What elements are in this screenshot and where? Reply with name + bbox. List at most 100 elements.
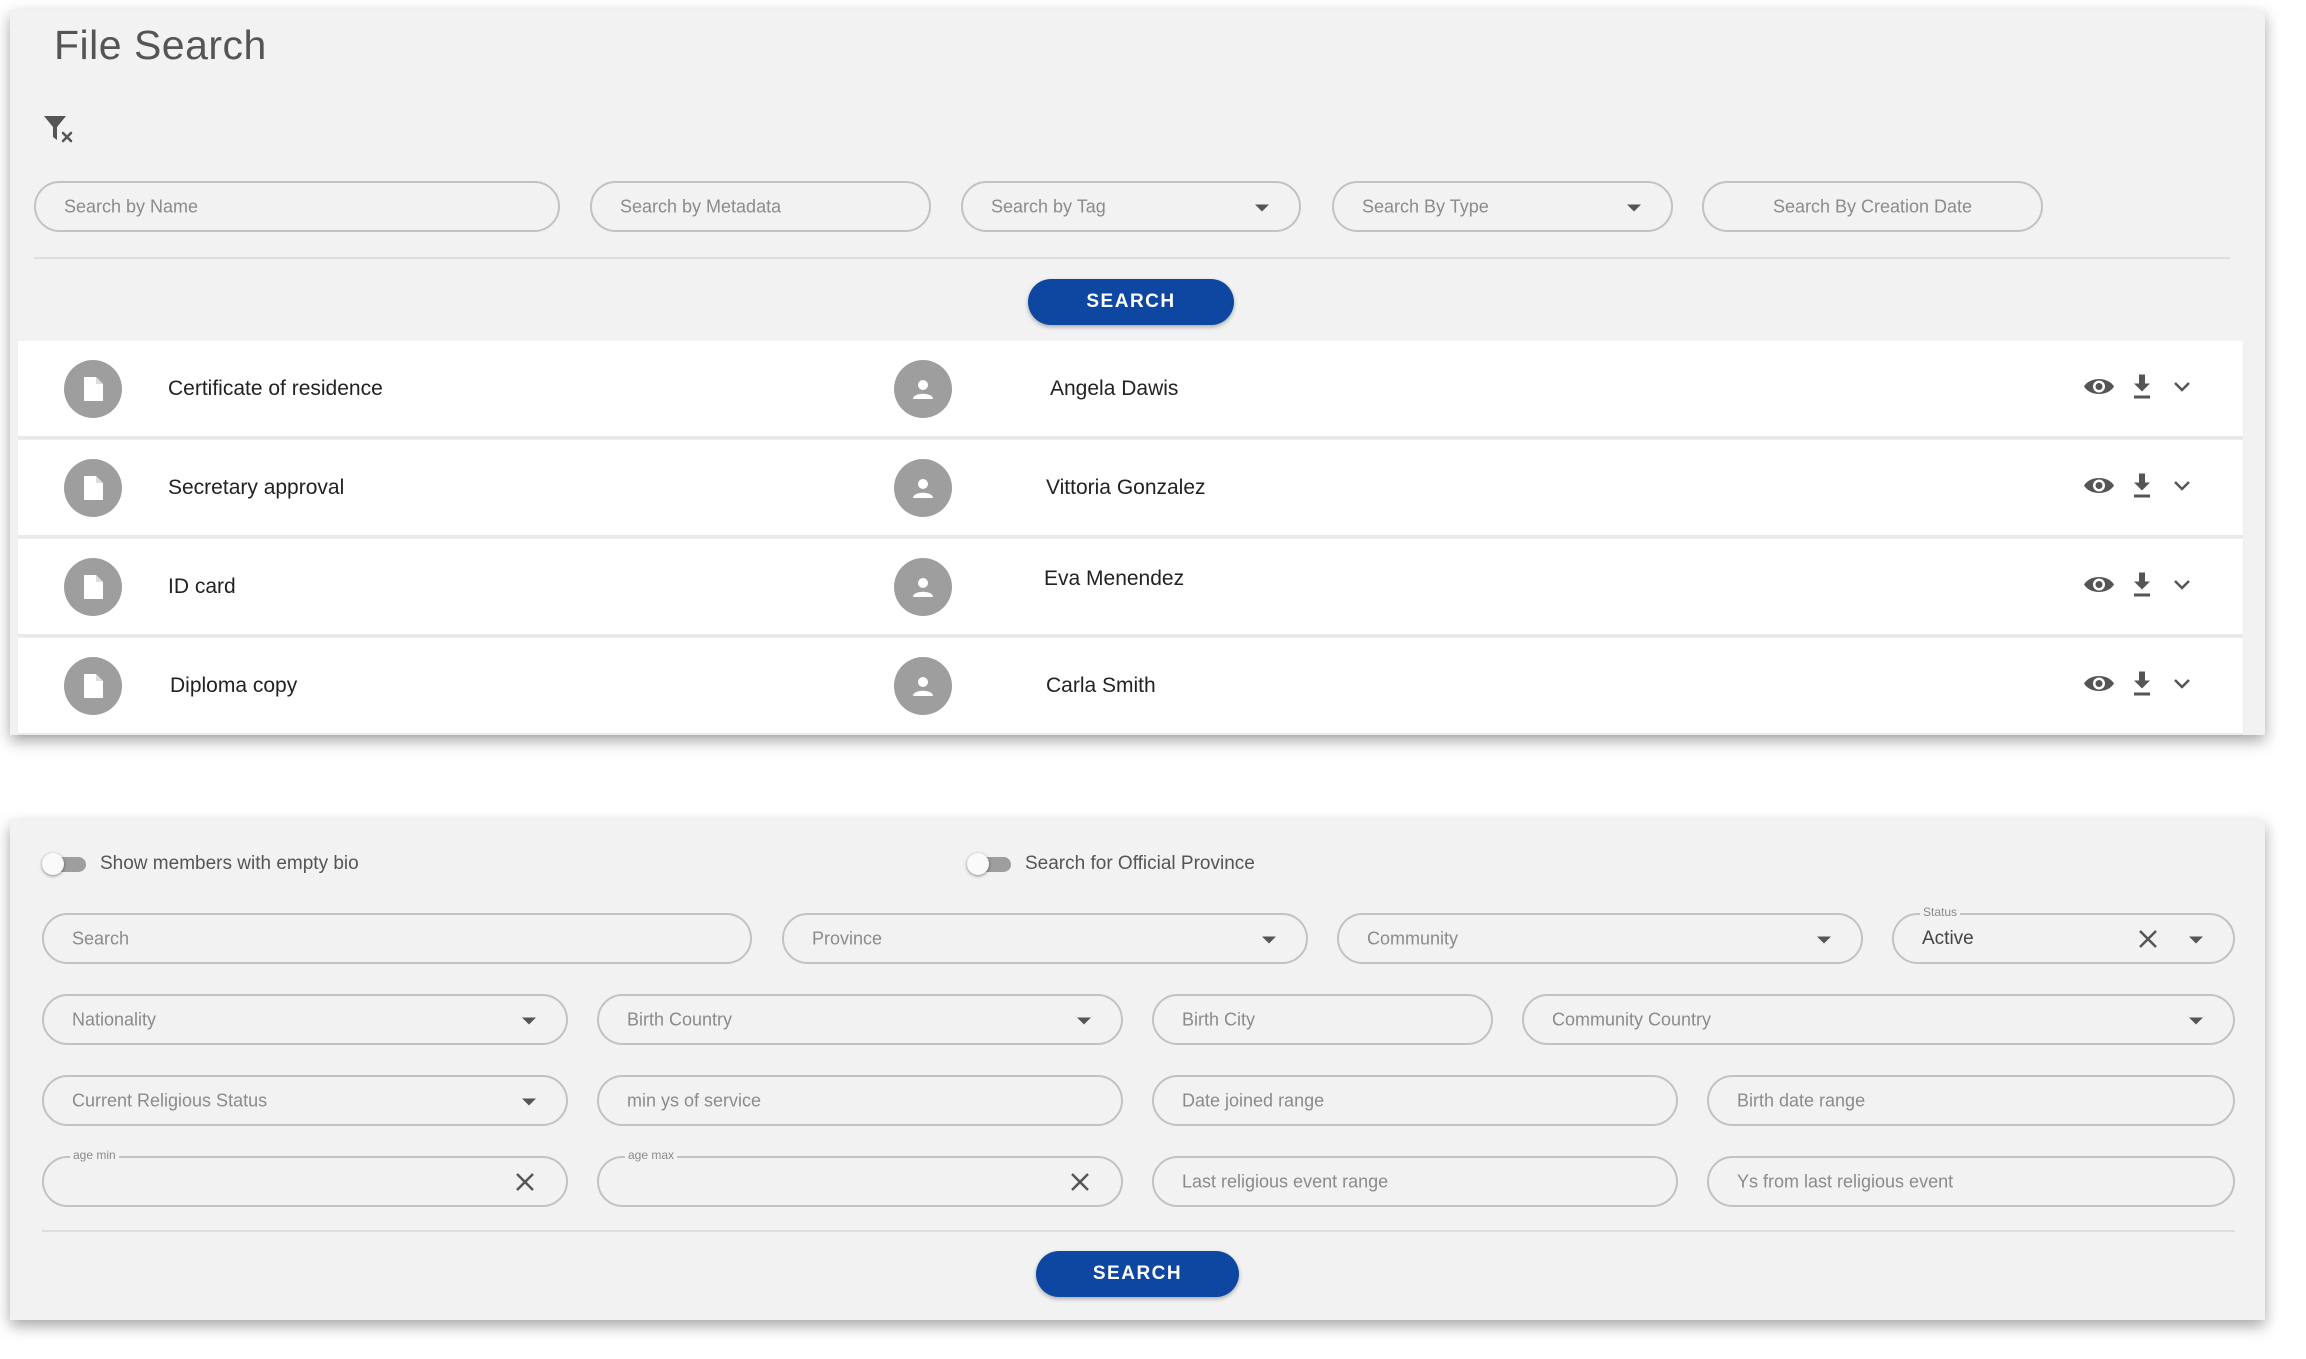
- community-country-select[interactable]: Community Country: [1522, 994, 2235, 1045]
- person-icon: [894, 557, 952, 616]
- table-row[interactable]: Diploma copy Carla Smith: [18, 638, 2243, 735]
- status-select[interactable]: Status Active: [1892, 905, 2235, 964]
- dropdown-arrow-icon: [522, 1017, 536, 1025]
- status-value: Active: [1922, 927, 1974, 949]
- birth-city-input[interactable]: Birth City: [1152, 994, 1493, 1045]
- dropdown-arrow-icon: [522, 1098, 536, 1106]
- type-placeholder: Search By Type: [1362, 196, 1489, 216]
- status-label: Status: [1920, 905, 1961, 919]
- clear-icon[interactable]: [2137, 928, 2159, 950]
- file-search-button[interactable]: SEARCH: [1028, 279, 1234, 325]
- dropdown-arrow-icon: [1077, 1017, 1091, 1025]
- last-event-range-placeholder: Last religious event range: [1182, 1171, 1389, 1191]
- empty-bio-toggle[interactable]: [42, 853, 86, 875]
- eye-icon[interactable]: [2083, 375, 2115, 402]
- date-joined-placeholder: Date joined range: [1182, 1090, 1325, 1110]
- dropdown-arrow-icon: [1817, 936, 1831, 944]
- search-by-metadata-input[interactable]: Search by Metadata: [590, 181, 931, 232]
- file-name: Diploma copy: [170, 673, 298, 697]
- dropdown-arrow-icon: [1262, 936, 1276, 944]
- search-input[interactable]: Search: [42, 913, 752, 964]
- owner-name: Angela Dawis: [1050, 376, 1179, 400]
- chevron-down-icon[interactable]: [2173, 479, 2191, 497]
- community-select[interactable]: Community: [1337, 913, 1863, 964]
- tag-placeholder: Search by Tag: [991, 196, 1106, 216]
- owner-name: Eva Menendez: [1044, 566, 1185, 590]
- metadata-placeholder: Search by Metadata: [620, 196, 782, 216]
- eye-icon[interactable]: [2083, 672, 2115, 699]
- file-icon: [64, 458, 122, 517]
- min-years-service-input[interactable]: min ys of service: [597, 1075, 1123, 1126]
- table-row[interactable]: ID card Eva Menendez: [18, 539, 2243, 636]
- eye-icon[interactable]: [2083, 474, 2115, 501]
- file-name: Certificate of residence: [168, 376, 383, 400]
- birth-date-placeholder: Birth date range: [1737, 1090, 1866, 1110]
- dropdown-arrow-icon: [2189, 1017, 2203, 1025]
- birth-city-placeholder: Birth City: [1182, 1009, 1256, 1029]
- current-religious-status-select[interactable]: Current Religious Status: [42, 1075, 568, 1126]
- clear-icon[interactable]: [514, 1171, 536, 1193]
- age-max-input[interactable]: age max: [597, 1148, 1123, 1207]
- file-name: ID card: [168, 574, 236, 598]
- religious-status-placeholder: Current Religious Status: [72, 1090, 268, 1110]
- community-placeholder: Community: [1367, 928, 1459, 948]
- divider: [34, 257, 2230, 259]
- dropdown-arrow-icon: [1255, 204, 1269, 212]
- search-placeholder: Search: [72, 928, 130, 948]
- chevron-down-icon[interactable]: [2173, 578, 2191, 596]
- dropdown-arrow-icon: [2189, 936, 2203, 944]
- age-min-label: age min: [70, 1148, 119, 1162]
- results-list: Certificate of residence Angela Dawis Se…: [18, 341, 2243, 736]
- province-select[interactable]: Province: [782, 913, 1308, 964]
- table-row[interactable]: Secretary approval Vittoria Gonzalez: [18, 440, 2243, 537]
- age-min-input[interactable]: age min: [42, 1148, 568, 1207]
- empty-bio-label: Show members with empty bio: [100, 853, 359, 874]
- date-joined-range-input[interactable]: Date joined range: [1152, 1075, 1678, 1126]
- file-icon: [64, 557, 122, 616]
- download-icon[interactable]: [2132, 373, 2152, 404]
- province-placeholder: Province: [812, 928, 883, 948]
- last-religious-event-range-input[interactable]: Last religious event range: [1152, 1156, 1678, 1207]
- member-search-panel: Show members with empty bio Search for O…: [10, 820, 2265, 1320]
- community-country-placeholder: Community Country: [1552, 1009, 1712, 1029]
- page-title: File Search: [54, 22, 267, 68]
- years-from-last-event-placeholder: Ys from last religious event: [1737, 1171, 1954, 1191]
- birth-country-select[interactable]: Birth Country: [597, 994, 1123, 1045]
- search-by-type-select[interactable]: Search By Type: [1332, 181, 1673, 232]
- divider: [42, 1230, 2235, 1232]
- search-by-tag-select[interactable]: Search by Tag: [961, 181, 1301, 232]
- official-province-toggle[interactable]: [967, 853, 1011, 875]
- file-search-panel: File Search Search by Name Search by Met…: [10, 10, 2265, 735]
- date-placeholder: Search By Creation Date: [1772, 196, 1973, 216]
- file-name: Secretary approval: [168, 475, 345, 499]
- official-province-label: Search for Official Province: [1025, 853, 1255, 874]
- owner-name: Vittoria Gonzalez: [1046, 475, 1206, 499]
- table-row[interactable]: Certificate of residence Angela Dawis: [18, 341, 2243, 438]
- eye-icon[interactable]: [2083, 573, 2115, 600]
- download-icon[interactable]: [2132, 670, 2152, 701]
- member-search-button[interactable]: SEARCH: [1036, 1251, 1239, 1297]
- person-icon: [894, 359, 952, 418]
- file-icon: [64, 359, 122, 418]
- years-from-last-event-input[interactable]: Ys from last religious event: [1707, 1156, 2235, 1207]
- birth-date-range-input[interactable]: Birth date range: [1707, 1075, 2235, 1126]
- search-by-name-input[interactable]: Search by Name: [34, 181, 560, 232]
- age-max-label: age max: [625, 1148, 678, 1162]
- min-years-placeholder: min ys of service: [627, 1090, 762, 1110]
- name-placeholder: Search by Name: [64, 196, 199, 216]
- search-by-creation-date-input[interactable]: Search By Creation Date: [1702, 181, 2043, 232]
- download-icon[interactable]: [2132, 472, 2152, 503]
- chevron-down-icon[interactable]: [2173, 380, 2191, 398]
- person-icon: [894, 656, 952, 715]
- filter-clear-icon[interactable]: [42, 112, 78, 148]
- birth-country-placeholder: Birth Country: [627, 1009, 733, 1029]
- nationality-placeholder: Nationality: [72, 1009, 157, 1029]
- file-icon: [64, 656, 122, 715]
- dropdown-arrow-icon: [1627, 204, 1641, 212]
- chevron-down-icon[interactable]: [2173, 677, 2191, 695]
- owner-name: Carla Smith: [1046, 673, 1156, 697]
- person-icon: [894, 458, 952, 517]
- clear-icon[interactable]: [1069, 1171, 1091, 1193]
- nationality-select[interactable]: Nationality: [42, 994, 568, 1045]
- download-icon[interactable]: [2132, 571, 2152, 602]
